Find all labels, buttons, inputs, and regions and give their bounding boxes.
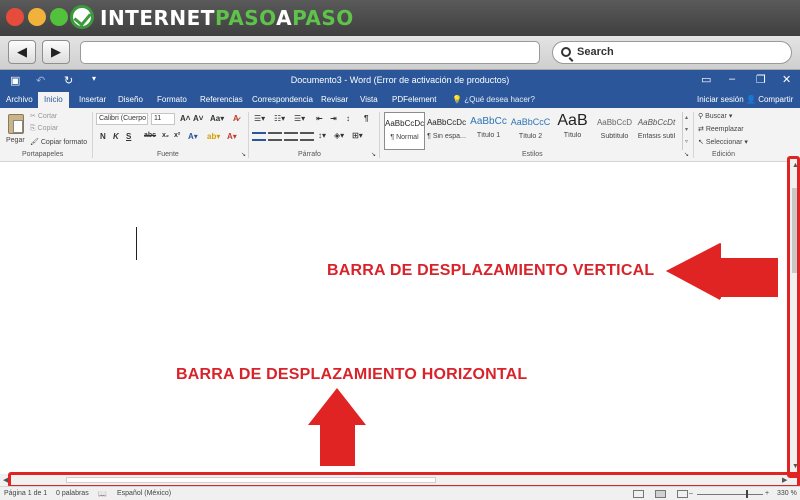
status-bar: Página 1 de 1 0 palabras 📖 Español (Méxi… (0, 486, 800, 500)
print-layout-icon[interactable] (655, 490, 666, 498)
annotation-arrows (308, 243, 778, 466)
zoom-slider[interactable] (697, 494, 763, 495)
left-arrow-head-icon (666, 243, 721, 299)
page-count[interactable]: Página 1 de 1 (4, 490, 47, 497)
zoom-level[interactable]: 330 % (777, 490, 797, 497)
up-arrow-shaft (320, 424, 355, 466)
zoom-in-icon[interactable]: + (765, 490, 769, 497)
proofing-icon[interactable]: 📖 (98, 490, 107, 498)
word-count[interactable]: 0 palabras (56, 490, 89, 497)
zoom-out-icon[interactable]: – (689, 490, 693, 497)
left-arrow-shaft (720, 258, 778, 296)
zoom-slider-handle[interactable] (746, 490, 748, 498)
web-layout-icon[interactable] (677, 490, 688, 498)
read-mode-icon[interactable] (633, 490, 644, 498)
language-indicator[interactable]: Español (México) (117, 490, 171, 497)
up-arrow-head-icon (308, 388, 366, 425)
vertical-scrollbar-highlight (787, 156, 800, 478)
